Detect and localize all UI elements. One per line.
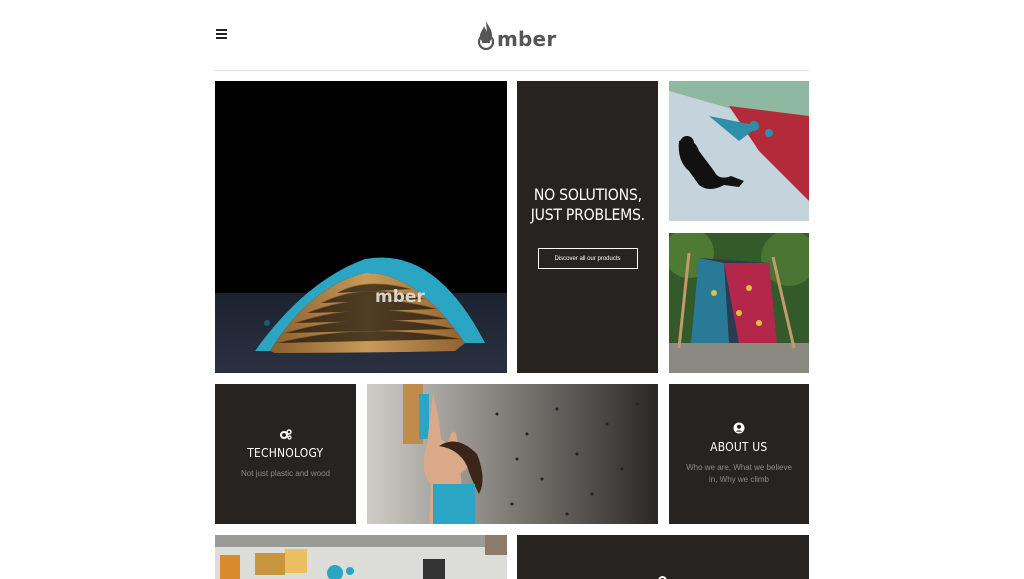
outdoor-wall-illustration — [669, 233, 809, 373]
about-us-title: ABOUT US — [710, 440, 768, 454]
technology-subtitle: Not just plastic and wood — [241, 468, 330, 478]
indoor-climber-illustration — [367, 384, 658, 524]
promo-tile: NO SOLUTIONS, JUST PROBLEMS. Discover al… — [517, 81, 658, 373]
dark-tile-bottom[interactable] — [517, 535, 809, 579]
climbing-hold-illustration — [215, 257, 507, 373]
hero-product-image[interactable]: mber — [215, 81, 507, 373]
outdoor-wall-photo[interactable] — [669, 233, 809, 373]
climber-photo[interactable] — [367, 384, 658, 524]
workshop-photo[interactable] — [215, 535, 507, 579]
flame-logo-icon — [477, 21, 495, 50]
workshop-illustration — [215, 535, 507, 579]
logo-text: mber — [497, 27, 557, 51]
about-us-subtitle: Who we are, What we believe in, Why we c… — [686, 463, 792, 484]
site-header: mber — [214, 0, 809, 71]
hero-product-logo: mber — [375, 287, 425, 307]
user-circle-icon — [733, 422, 745, 434]
gears-icon — [279, 428, 292, 440]
about-us-tile[interactable]: ABOUT US Who we are, What we believe in,… — [669, 384, 809, 524]
technology-tile[interactable]: TECHNOLOGY Not just plastic and wood — [215, 384, 356, 524]
hamburger-menu-icon[interactable] — [216, 29, 227, 39]
site-logo[interactable]: mber — [476, 18, 556, 50]
discover-products-button[interactable]: Discover all our products — [537, 248, 638, 269]
climber-silhouette-illustration — [669, 81, 809, 221]
technology-title: TECHNOLOGY — [247, 445, 324, 460]
climber-silhouette-photo[interactable] — [669, 81, 809, 221]
promo-title: NO SOLUTIONS, JUST PROBLEMS. — [530, 185, 645, 224]
